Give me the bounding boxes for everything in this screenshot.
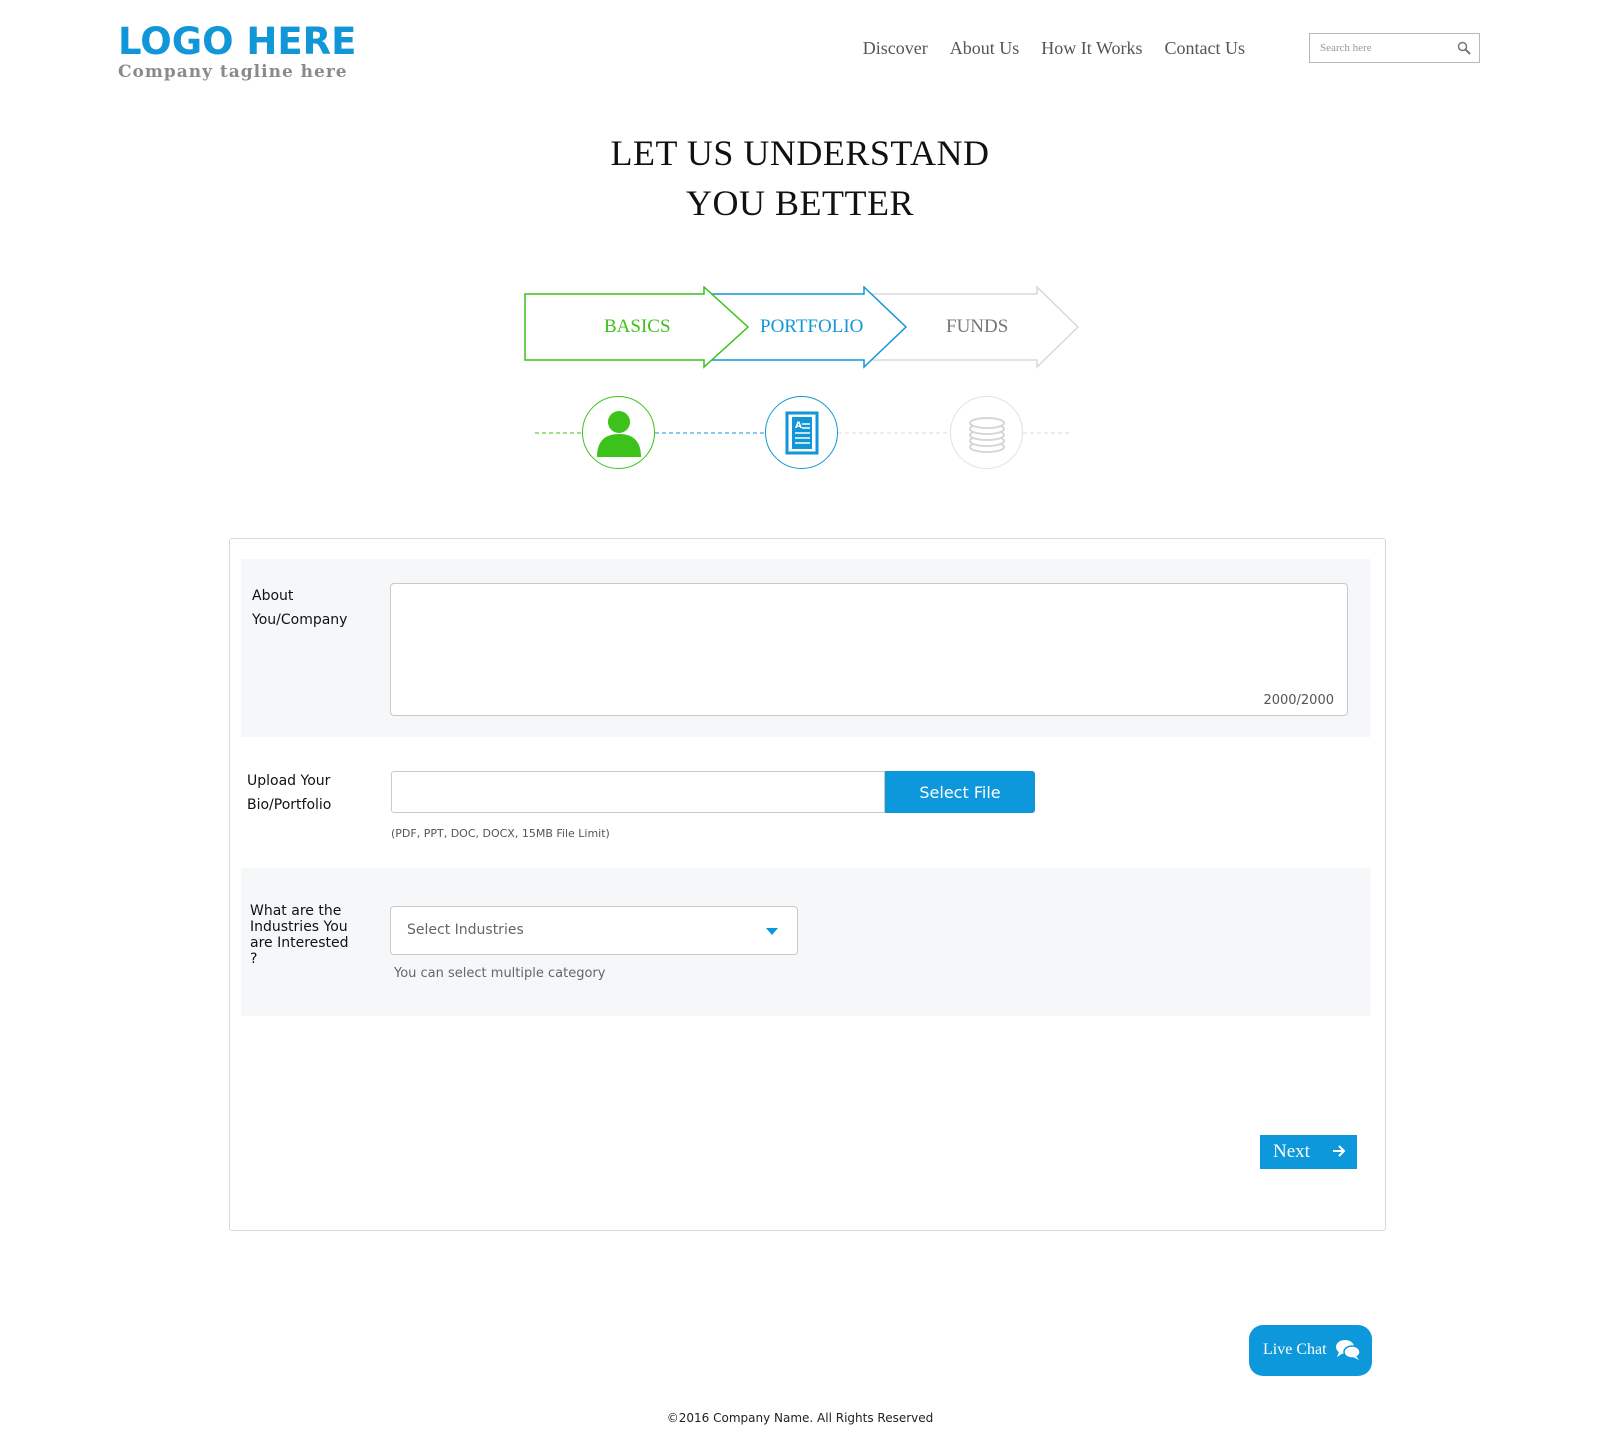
nav-contact-us[interactable]: Contact Us: [1165, 38, 1246, 59]
live-chat-label: Live Chat: [1263, 1341, 1327, 1358]
search-box: [1309, 33, 1480, 63]
nav-how-it-works[interactable]: How It Works: [1041, 38, 1142, 59]
industries-hint: You can select multiple category: [394, 966, 606, 981]
step-icons: A: [530, 396, 1070, 472]
logo-tagline: Company tagline here: [118, 62, 348, 82]
arrow-right-icon: [1333, 1145, 1346, 1157]
nav-about-us[interactable]: About Us: [950, 38, 1020, 59]
file-path-field[interactable]: [391, 771, 885, 813]
svg-text:A: A: [795, 421, 802, 431]
portfolio-step-circle[interactable]: A: [765, 396, 838, 469]
file-format-hint: (PDF, PPT, DOC, DOCX, 15MB File Limit): [391, 827, 610, 840]
search-input[interactable]: [1310, 34, 1450, 62]
progress-steps: BASICS PORTFOLIO FUNDS: [524, 286, 1084, 376]
person-icon: [597, 411, 641, 457]
coins-icon: [969, 417, 1005, 453]
next-label: Next: [1273, 1141, 1310, 1162]
about-row: About You/Company 2000/2000: [241, 559, 1371, 737]
funds-step-circle[interactable]: [950, 396, 1023, 469]
page-title: LET US UNDERSTAND YOU BETTER: [0, 128, 1600, 228]
industries-row: What are the Industries You are Interest…: [241, 868, 1371, 1016]
chevron-down-icon: [766, 928, 778, 935]
character-counter: 2000/2000: [1263, 693, 1334, 708]
form-card: About You/Company 2000/2000 Upload Your …: [229, 538, 1386, 1231]
live-chat-button[interactable]: Live Chat: [1249, 1325, 1372, 1376]
select-file-button[interactable]: Select File: [885, 771, 1035, 813]
upload-row: Upload Your Bio/Portfolio Select File (P…: [241, 737, 1371, 867]
industries-label: What are the Industries You are Interest…: [250, 903, 349, 967]
step-funds[interactable]: FUNDS: [946, 316, 1008, 338]
main-nav: Discover About Us How It Works Contact U…: [863, 38, 1245, 59]
industries-select-value: Select Industries: [407, 922, 524, 938]
search-icon[interactable]: [1457, 41, 1471, 55]
next-button[interactable]: Next: [1260, 1135, 1357, 1169]
step-portfolio[interactable]: PORTFOLIO: [760, 316, 863, 338]
document-icon: A: [785, 411, 819, 455]
industries-select[interactable]: Select Industries: [390, 906, 798, 955]
chat-bubbles-icon: [1336, 1340, 1361, 1360]
step-basics[interactable]: BASICS: [604, 316, 671, 338]
logo-title: LOGO HERE: [118, 20, 357, 63]
nav-discover[interactable]: Discover: [863, 38, 928, 59]
page-title-line-2: YOU BETTER: [686, 183, 914, 223]
basics-step-circle[interactable]: [582, 396, 655, 469]
upload-label: Upload Your Bio/Portfolio: [247, 773, 332, 813]
page-title-line-1: LET US UNDERSTAND: [610, 133, 990, 173]
logo[interactable]: LOGO HERE Company tagline here: [118, 20, 357, 83]
about-textarea[interactable]: 2000/2000: [390, 583, 1348, 716]
footer-copyright: ©2016 Company Name. All Rights Reserved: [666, 1411, 934, 1425]
about-label: About You/Company: [252, 588, 348, 628]
